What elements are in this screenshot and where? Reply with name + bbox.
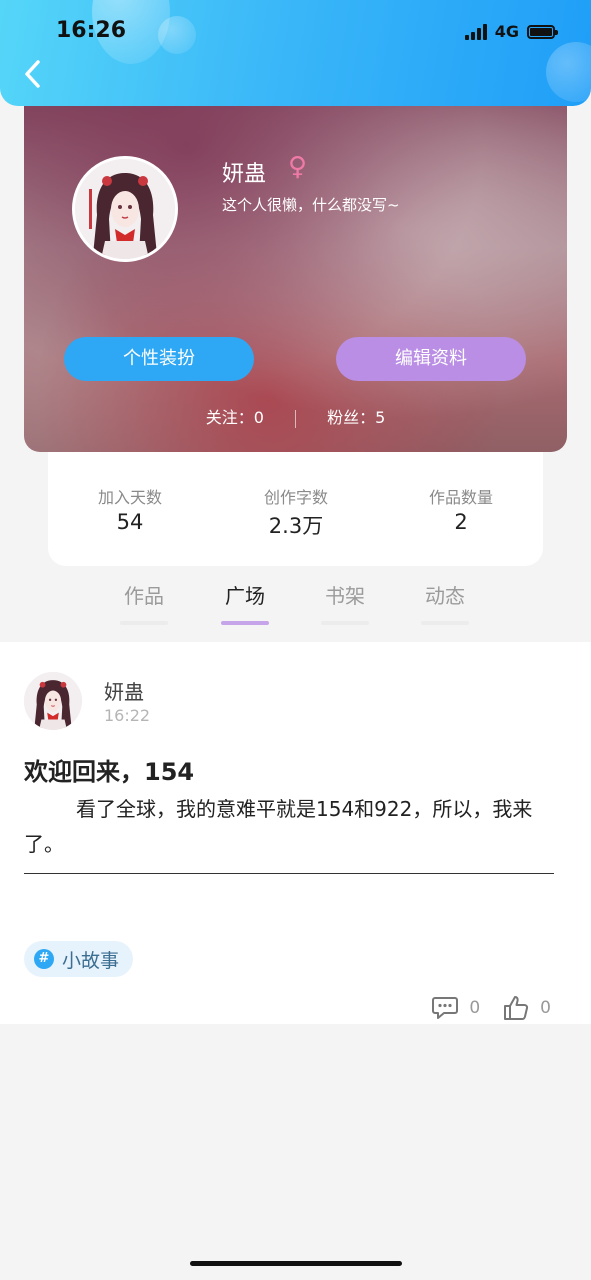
post-card[interactable]: 妍蛊 16:22 欢迎回来，154 看了全球，我的意难平就是154和922，所以… (0, 642, 591, 1024)
comment-count: 0 (469, 998, 481, 1018)
tab-label: 动态 (425, 584, 465, 608)
post-actions: 0 0 (431, 994, 551, 1022)
avatar-portrait-image (24, 672, 82, 730)
tab-activity[interactable]: 动态 (415, 580, 475, 625)
female-icon: ♀ (288, 152, 308, 182)
tab-label: 广场 (225, 584, 265, 608)
stat-label: 加入天数 (97, 488, 162, 507)
comment-icon (432, 997, 459, 1019)
user-bio: 这个人很懒，什么都没写~ (222, 196, 400, 214)
follow-stats: 关注：0 粉丝：5 (24, 404, 567, 428)
stat-label: 作品数量 (428, 488, 493, 507)
stat-value: 2 (454, 510, 468, 534)
tab-indicator (120, 621, 168, 625)
tab-square[interactable]: 广场 (215, 580, 275, 625)
tab-indicator (421, 621, 469, 625)
post-author-avatar[interactable] (24, 672, 82, 730)
profile-card: 妍蛊 ♀ 这个人很懒，什么都没写~ 个性装扮 编辑资料 关注：0 粉丝：5 (24, 80, 567, 452)
tab-indicator (321, 621, 369, 625)
stat-word-count: 创作字数 2.3万 (226, 484, 366, 540)
comment-button[interactable]: 0 (431, 995, 480, 1021)
topic-tag[interactable]: # 小故事 (24, 941, 134, 977)
post-author-name[interactable]: 妍蛊 (104, 676, 144, 705)
following-count: 0 (253, 408, 264, 427)
top-header: 16:26 4G (0, 0, 591, 106)
fans-label: 粉丝： (327, 408, 376, 427)
stat-label: 创作字数 (263, 488, 328, 507)
following-link[interactable]: 关注：0 (206, 408, 264, 427)
tab-bookshelf[interactable]: 书架 (315, 580, 375, 625)
avatar[interactable] (72, 156, 178, 262)
signal-icon (464, 23, 487, 40)
post-body: 看了全球，我的意难平就是154和922，所以，我来了。 (24, 797, 533, 856)
decorative-bubble (546, 42, 591, 102)
post-divider-line (24, 873, 554, 875)
chevron-left-icon (25, 60, 40, 88)
tab-indicator (221, 621, 269, 625)
hash-icon: # (34, 949, 54, 969)
tab-works[interactable]: 作品 (114, 580, 174, 625)
status-indicators: 4G (464, 22, 558, 41)
tab-label: 书架 (325, 584, 365, 608)
stat-value: 2.3万 (268, 514, 324, 538)
post-title: 欢迎回来，154 (24, 758, 195, 786)
topic-tag-label: 小故事 (62, 949, 120, 972)
tab-label: 作品 (124, 584, 164, 608)
fans-count: 5 (375, 408, 386, 427)
like-count: 0 (540, 998, 551, 1018)
fans-link[interactable]: 粉丝：5 (327, 408, 385, 427)
personalize-button[interactable]: 个性装扮 (64, 337, 254, 381)
status-time: 16:26 (56, 18, 127, 43)
edit-profile-button[interactable]: 编辑资料 (336, 337, 526, 381)
thumbs-up-icon (504, 996, 529, 1020)
following-label: 关注： (205, 408, 254, 427)
decorative-bubble (158, 16, 196, 54)
battery-icon (527, 24, 558, 39)
username: 妍蛊 (222, 162, 267, 187)
post-timestamp: 16:22 (104, 706, 151, 725)
like-button[interactable]: 0 (502, 994, 551, 1022)
stat-value: 54 (116, 510, 144, 534)
stat-join-days: 加入天数 54 (60, 484, 200, 534)
profile-tabs: 作品 广场 书架 动态 (0, 580, 591, 630)
network-type: 4G (494, 22, 519, 41)
divider (295, 409, 296, 428)
back-button[interactable] (20, 56, 46, 92)
home-indicator (190, 1261, 402, 1266)
avatar-portrait-image (75, 159, 175, 259)
stat-works-count: 作品数量 2 (391, 484, 531, 534)
